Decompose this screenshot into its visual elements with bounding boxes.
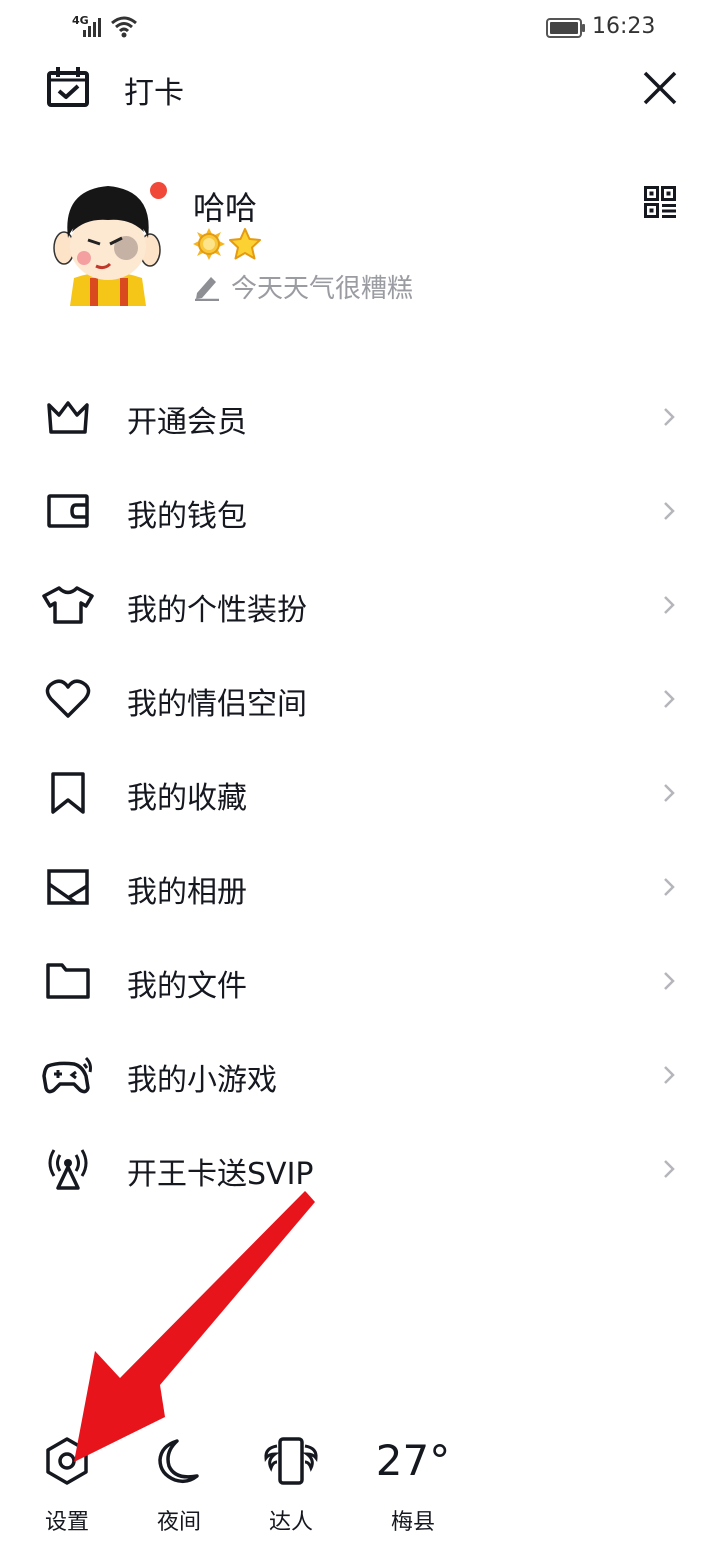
menu-item-label: 开通会员 (127, 405, 247, 440)
chevron-right-icon (664, 596, 675, 614)
checkin-label[interactable]: 打卡 (124, 68, 184, 112)
menu-item-label: 我的相册 (127, 875, 247, 910)
expert-label: 达人 (268, 1510, 313, 1535)
settings-label: 设置 (44, 1510, 89, 1535)
signal-tower-icon (40, 1145, 96, 1193)
moon-icon (158, 1439, 199, 1484)
menu-item-label: 我的钱包 (127, 499, 247, 534)
gamepad-icon (40, 1051, 96, 1099)
chevron-right-icon (664, 1066, 675, 1084)
username[interactable]: 哈哈 (193, 183, 257, 229)
menu-item-theme[interactable]: 我的个性装扮 (0, 558, 720, 652)
signature-row[interactable]: 今天天气很糟糕 (193, 268, 413, 304)
qr-code-icon[interactable] (644, 186, 676, 218)
expert-button[interactable]: 达人 (251, 1430, 331, 1536)
menu-item-king-card[interactable]: 开王卡送SVIP (0, 1122, 720, 1216)
bookmark-icon (40, 769, 96, 817)
folder-icon (40, 957, 96, 1005)
bottom-bar: 设置 夜间 达人 27° 梅县 (0, 1430, 720, 1560)
menu-item-mini-games[interactable]: 我的小游戏 (0, 1028, 720, 1122)
menu-item-label: 我的文件 (127, 969, 247, 1004)
signal-icon (83, 18, 101, 37)
wallet-icon (40, 487, 96, 535)
menu-item-couple-space[interactable]: 我的情侣空间 (0, 652, 720, 746)
menu-item-vip[interactable]: 开通会员 (0, 370, 720, 464)
chevron-right-icon (664, 878, 675, 896)
menu-list: 开通会员 我的钱包 我的个性装扮 我的情侣空间 我的收藏 我的相册 我的文件 我… (0, 370, 720, 1216)
night-label: 夜间 (156, 1510, 201, 1535)
crown-icon (40, 393, 96, 441)
heart-icon (40, 675, 96, 723)
chevron-right-icon (664, 690, 675, 708)
edit-pencil-icon (195, 277, 219, 301)
star-badge-icon (229, 228, 261, 260)
menu-item-label: 我的小游戏 (127, 1063, 277, 1098)
wifi-icon (111, 16, 137, 38)
settings-button[interactable]: 设置 (27, 1430, 107, 1536)
menu-item-favorites[interactable]: 我的收藏 (0, 746, 720, 840)
notification-dot (150, 182, 167, 199)
night-mode-button[interactable]: 夜间 (139, 1430, 219, 1536)
chevron-right-icon (664, 784, 675, 802)
tshirt-icon (40, 581, 96, 629)
settings-hexagon-icon (46, 1437, 88, 1485)
chevron-right-icon (664, 502, 675, 520)
chevron-right-icon (664, 972, 675, 990)
signature-text: 今天天气很糟糕 (231, 273, 414, 304)
photo-icon (40, 863, 96, 911)
clock: 16:23 (592, 14, 656, 39)
temperature: 27° (375, 1436, 451, 1485)
phone-wings-icon (264, 1437, 318, 1485)
menu-item-album[interactable]: 我的相册 (0, 840, 720, 934)
chevron-right-icon (664, 1160, 675, 1178)
city-label: 梅县 (390, 1510, 435, 1535)
chevron-right-icon (664, 408, 675, 426)
menu-item-wallet[interactable]: 我的钱包 (0, 464, 720, 558)
menu-item-label: 我的收藏 (127, 781, 247, 816)
menu-item-label: 我的个性装扮 (127, 593, 307, 628)
weather-widget[interactable]: 27° 梅县 (368, 1430, 458, 1536)
menu-item-files[interactable]: 我的文件 (0, 934, 720, 1028)
menu-item-label: 开王卡送SVIP (127, 1157, 314, 1192)
avatar[interactable] (50, 178, 166, 306)
status-bar: 4G 16:23 (0, 0, 720, 56)
calendar-check-icon[interactable] (46, 66, 90, 108)
menu-item-label: 我的情侣空间 (127, 687, 307, 722)
close-icon[interactable] (642, 70, 678, 106)
sun-badge-icon (193, 228, 225, 260)
battery-icon (546, 18, 585, 38)
